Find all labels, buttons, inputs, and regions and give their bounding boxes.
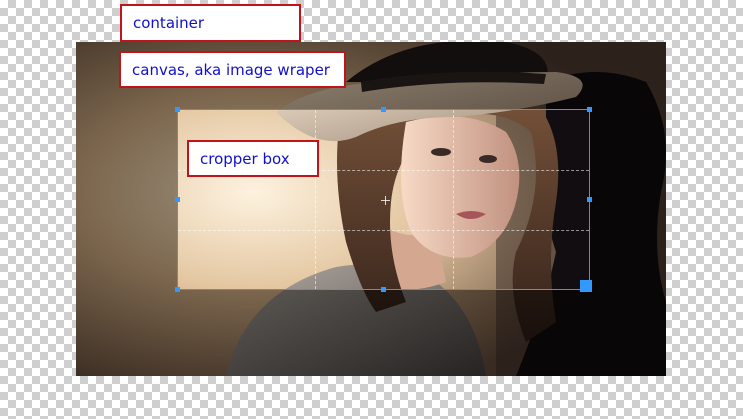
resize-handle-w[interactable] bbox=[175, 197, 180, 202]
resize-handle-se[interactable] bbox=[580, 280, 592, 292]
cropper-box[interactable] bbox=[177, 109, 590, 290]
resize-handle-nw[interactable] bbox=[175, 107, 180, 112]
canvas-label: canvas, aka image wraper bbox=[119, 51, 346, 88]
container-label: container bbox=[120, 4, 301, 42]
cropper-box-label: cropper box bbox=[187, 140, 319, 177]
resize-handle-sw[interactable] bbox=[175, 287, 180, 292]
resize-handle-e[interactable] bbox=[587, 197, 592, 202]
resize-handle-n[interactable] bbox=[381, 107, 386, 112]
cropper-container[interactable]: container canvas, aka image wraper cropp… bbox=[0, 0, 743, 419]
cropper-guide-horizontal bbox=[178, 230, 589, 231]
cropper-center-icon bbox=[381, 196, 390, 205]
cropper-guide-vertical bbox=[315, 110, 316, 289]
resize-handle-ne[interactable] bbox=[587, 107, 592, 112]
cropper-guide-vertical bbox=[453, 110, 454, 289]
resize-handle-s[interactable] bbox=[381, 287, 386, 292]
